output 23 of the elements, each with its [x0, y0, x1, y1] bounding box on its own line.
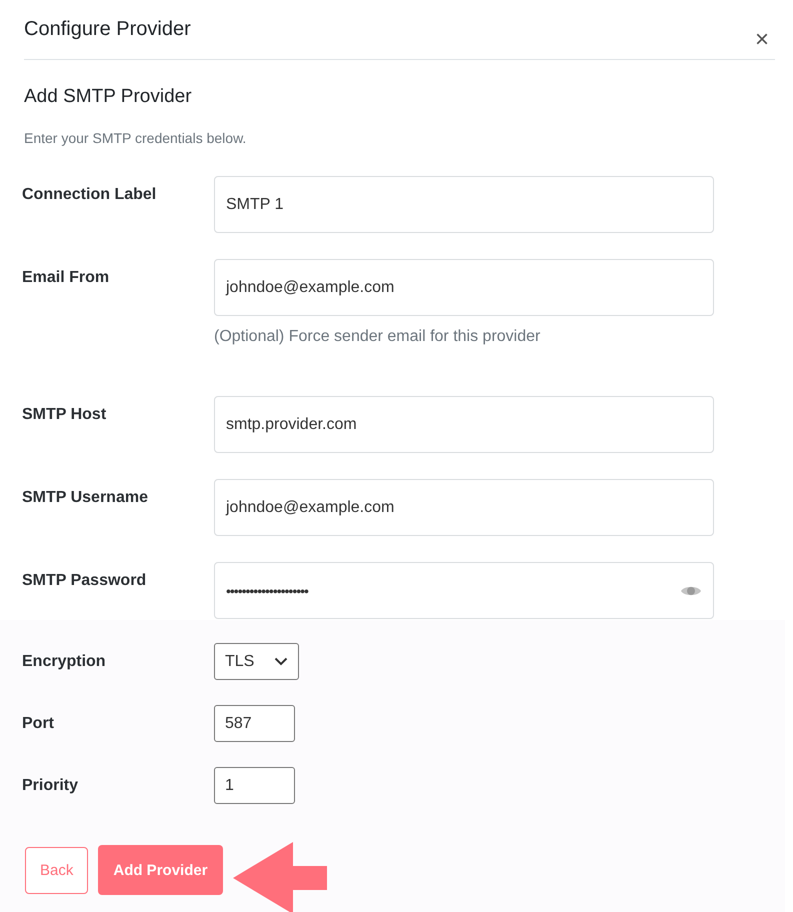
field-label: Port — [21, 714, 55, 732]
input-field[interactable]: johndoe@example.com — [214, 259, 714, 316]
password-field[interactable]: ••••••••••••••••••••• — [214, 562, 714, 619]
field-label: Connection Label — [21, 185, 158, 204]
section-heading: Add SMTP Provider — [24, 86, 193, 108]
select-field[interactable]: TLS — [214, 643, 299, 680]
field-label: SMTP Host — [21, 405, 108, 424]
pointer-arrow-icon — [232, 842, 328, 912]
field-label: Priority — [21, 776, 80, 794]
chevron-down-icon — [274, 657, 288, 666]
input-field[interactable]: smtp.provider.com — [214, 396, 714, 453]
field-label: Encryption — [21, 652, 107, 670]
section-description: Enter your SMTP credentials below. — [24, 130, 248, 146]
field-label: Email From — [21, 268, 110, 287]
field-label: SMTP Username — [21, 488, 149, 507]
input-field[interactable]: 1 — [214, 767, 295, 804]
input-field[interactable]: 587 — [214, 705, 295, 742]
field-label: SMTP Password — [21, 571, 148, 590]
help-text: (Optional) Force sender email for this provider — [214, 328, 542, 346]
input-field[interactable]: johndoe@example.com — [214, 479, 714, 536]
input-field[interactable]: SMTP 1 — [214, 176, 714, 233]
dialog-title: Configure Provider — [24, 18, 191, 41]
close-button[interactable]: × — [754, 28, 769, 52]
